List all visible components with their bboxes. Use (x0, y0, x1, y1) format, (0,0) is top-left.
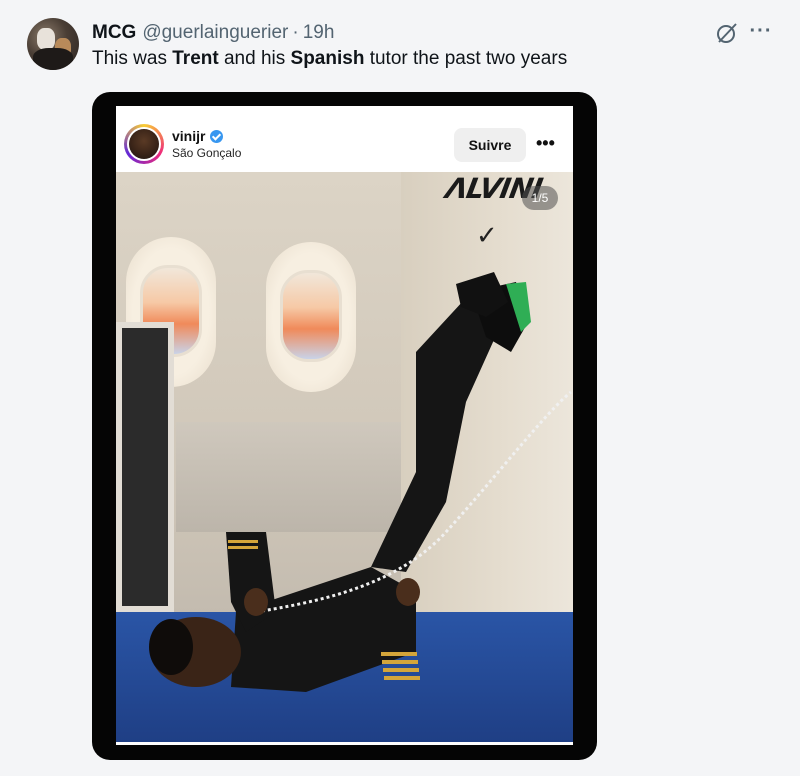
ig-username: vinijr (172, 128, 224, 144)
tweet-header: MCG @guerlainguerier · 19h (92, 22, 334, 46)
instagram-post-header: vinijr São Gonçalo Suivre ••• (116, 106, 573, 172)
ig-location: São Gonçalo (172, 146, 242, 160)
author-name[interactable]: MCG (92, 22, 136, 44)
ig-more-icon: ••• (536, 133, 555, 153)
grok-icon[interactable] (714, 20, 740, 46)
tweet-media[interactable]: vinijr São Gonçalo Suivre ••• ΛLVINI ✓ 1… (92, 92, 597, 760)
ig-avatar (124, 124, 164, 164)
post-photo: ΛLVINI ✓ 1/5 (116, 172, 573, 742)
tweet-timestamp[interactable]: 19h (303, 22, 335, 44)
header-separator: · (292, 22, 299, 43)
instagram-post-screenshot: vinijr São Gonçalo Suivre ••• ΛLVINI ✓ 1… (116, 106, 573, 745)
tweet-text: This was Trent and his Spanish tutor the… (92, 48, 568, 69)
author-handle[interactable]: @guerlainguerier (142, 22, 288, 44)
follow-button: Suivre (454, 128, 526, 162)
author-avatar[interactable] (27, 18, 79, 70)
image-counter: 1/5 (522, 186, 558, 210)
tweet[interactable]: MCG @guerlainguerier · 19h This was Tren… (0, 0, 800, 776)
more-icon[interactable]: ··· (748, 20, 774, 46)
swoosh-icon: ✓ (476, 220, 498, 250)
verified-badge-icon (210, 129, 224, 143)
person-illustration (149, 272, 572, 692)
